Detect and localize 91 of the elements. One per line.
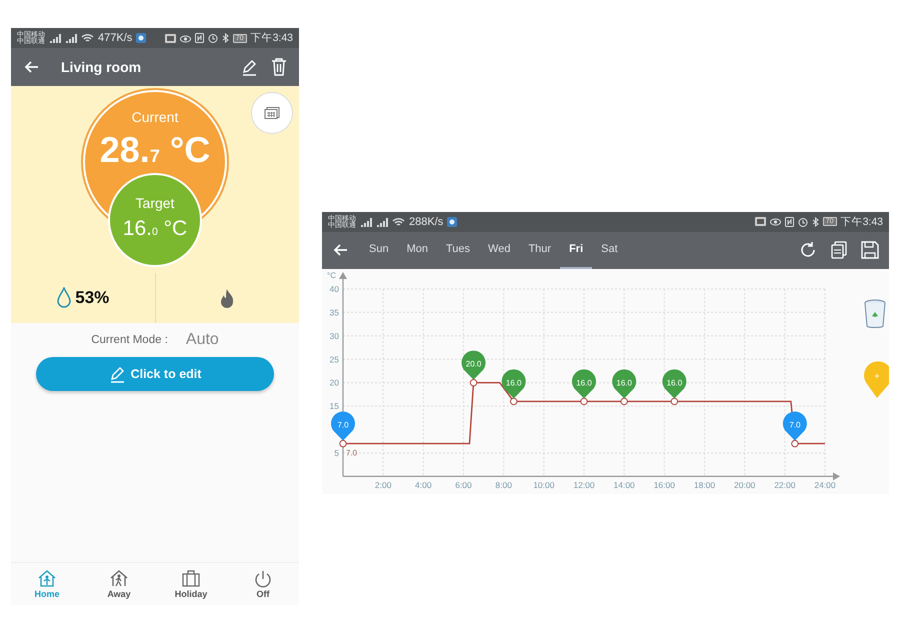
value-marker: 16.0 — [502, 369, 526, 398]
refresh-icon[interactable] — [799, 241, 817, 260]
edit-icon[interactable] — [241, 58, 257, 76]
pencil-icon — [108, 366, 125, 382]
nfc-icon — [784, 216, 794, 227]
signal-icon — [376, 216, 388, 227]
axis-label: 8:00 — [495, 480, 512, 490]
axis-label: 24:00 — [814, 480, 836, 490]
eye-icon — [180, 34, 191, 42]
holiday-icon — [181, 569, 201, 588]
clock-time: 下午3:43 — [250, 31, 293, 45]
mode-value: Auto — [186, 331, 219, 349]
axis-label: 5 — [334, 448, 339, 458]
axis-label: 12:00 — [573, 480, 595, 490]
axis-label: 22:00 — [774, 480, 796, 490]
day-tab[interactable]: Tues — [436, 232, 480, 269]
bluetooth-icon — [812, 216, 819, 227]
schedule-button[interactable] — [251, 92, 293, 134]
trash-icon[interactable] — [271, 58, 287, 76]
alarm-icon — [798, 216, 808, 227]
wifi-icon — [81, 33, 94, 43]
axis-label: 20 — [330, 378, 339, 388]
mode-label: Current Mode : — [91, 334, 168, 346]
axis-label: 14:00 — [614, 480, 635, 490]
data-point — [670, 398, 678, 406]
data-point — [470, 378, 478, 386]
data-point — [620, 398, 628, 406]
alarm-icon — [208, 33, 218, 43]
nav-tab[interactable]: Away — [83, 563, 155, 605]
back-arrow-icon[interactable] — [23, 59, 39, 75]
axis-label: 30 — [330, 330, 339, 341]
nav-tab[interactable]: Off — [227, 563, 299, 605]
day-tab[interactable]: Thur — [519, 232, 560, 269]
axis-label: 20:00 — [734, 480, 756, 490]
save-icon[interactable] — [861, 241, 879, 260]
axis-label: 10:00 — [533, 480, 554, 490]
back-arrow-icon[interactable] — [332, 242, 348, 258]
value-marker: 7.0 — [331, 411, 355, 441]
screen-title: Living room — [61, 59, 142, 75]
value-marker: 7.0 — [782, 411, 807, 441]
flame-icon — [219, 288, 236, 308]
droplet-icon — [56, 287, 72, 309]
network-speed: 477K/s — [98, 32, 132, 44]
day-tab[interactable]: Sat — [592, 232, 627, 269]
calendar-icon — [264, 107, 280, 119]
nfc-icon — [194, 33, 204, 43]
data-point — [339, 440, 347, 448]
hd-icon — [754, 217, 766, 226]
nav-tab[interactable]: Home — [11, 563, 83, 605]
axis-label: 2:00 — [374, 480, 392, 490]
away-icon — [109, 569, 129, 588]
edit-button[interactable]: Click to edit — [36, 357, 274, 391]
signal-icon — [65, 33, 77, 43]
axis-label: 4:00 — [415, 480, 432, 490]
signal-icon — [360, 216, 372, 227]
nav-tab[interactable]: Holiday — [155, 563, 227, 605]
value-marker: 16.0 — [612, 369, 636, 398]
data-point — [580, 398, 588, 406]
data-point — [791, 440, 799, 448]
humidity-value: 53% — [75, 288, 110, 308]
clock-time: 下午3:43 — [840, 214, 883, 229]
copy-icon[interactable] — [831, 241, 847, 260]
app-notification-icon — [136, 33, 146, 43]
axis-unit: °C — [327, 270, 336, 280]
axis-label: 18:00 — [694, 480, 716, 490]
axis-label: 6:00 — [455, 480, 472, 490]
axis-label: 40 — [330, 284, 339, 294]
current-label: Current — [132, 109, 178, 125]
bluetooth-icon — [222, 33, 229, 43]
axis-label: 25 — [330, 354, 339, 364]
day-tab[interactable]: Sun — [360, 232, 398, 269]
network-speed: 288K/s — [409, 216, 444, 228]
home-icon — [37, 569, 57, 588]
day-tab[interactable]: Mon — [398, 232, 437, 269]
app-notification-icon — [447, 216, 458, 227]
data-point — [510, 398, 518, 406]
eye-icon — [770, 217, 781, 226]
value-marker: 20.0 — [462, 350, 486, 380]
off-icon — [253, 569, 273, 588]
point-label: 7.0 — [346, 448, 358, 458]
axis-label: 35 — [330, 307, 339, 318]
target-label: Target — [136, 195, 174, 211]
hd-icon — [164, 34, 176, 42]
axis-label: 15 — [330, 401, 339, 412]
value-marker: 16.0 — [662, 369, 686, 398]
day-tab[interactable]: Wed — [479, 232, 520, 269]
signal-icon — [49, 33, 61, 43]
wifi-icon — [392, 216, 405, 227]
axis-label: 16:00 — [654, 480, 675, 490]
recycle-bin-icon[interactable] — [864, 298, 886, 329]
value-marker: 16.0 — [572, 369, 596, 398]
